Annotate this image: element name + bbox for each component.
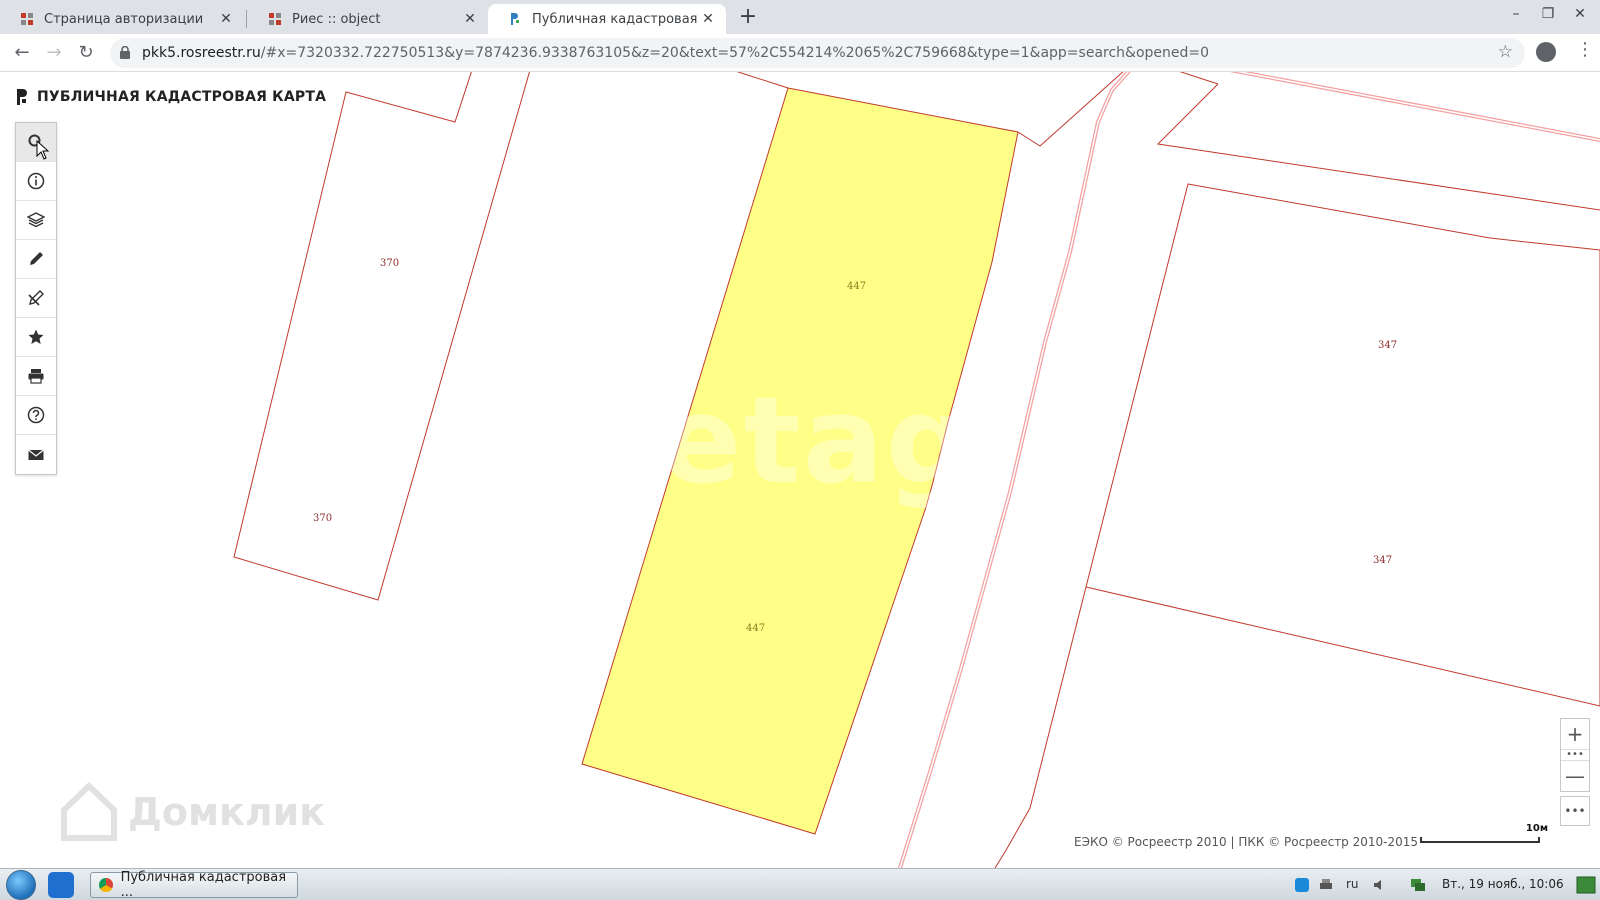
restore-icon[interactable]: ❐ bbox=[1538, 6, 1558, 22]
tool-feedback[interactable] bbox=[16, 435, 56, 474]
printer-icon bbox=[28, 369, 44, 384]
url-host: pkk5.rosreestr.ru bbox=[142, 45, 261, 61]
tool-measure[interactable] bbox=[16, 279, 56, 318]
info-icon bbox=[27, 172, 45, 190]
parcel-boundary-notch bbox=[1017, 72, 1124, 147]
ruler-pencil-icon bbox=[28, 290, 44, 306]
scale-bar-line bbox=[1420, 837, 1540, 843]
url-text: pkk5.rosreestr.ru/#x=7320332.722750513&y… bbox=[142, 45, 1209, 61]
tab-close-icon[interactable]: ✕ bbox=[462, 11, 478, 27]
tab-title: Страница авторизации bbox=[44, 11, 204, 27]
forward-icon[interactable]: → bbox=[42, 41, 66, 65]
star-icon bbox=[28, 329, 44, 344]
parcel-label-347-upper: 347 bbox=[1378, 340, 1398, 351]
tool-layers[interactable] bbox=[16, 201, 56, 240]
show-desktop-icon[interactable] bbox=[1576, 876, 1596, 894]
tab-close-icon[interactable]: ✕ bbox=[218, 11, 234, 27]
parcel-boundary-right-top bbox=[1156, 83, 1600, 211]
tab-close-icon[interactable]: ✕ bbox=[700, 11, 716, 27]
map-attribution: ЕЭКО © Росреестр 2010 | ПКК © Росреестр … bbox=[1074, 835, 1419, 849]
browser-menu-icon[interactable]: ⋮ bbox=[1576, 39, 1594, 60]
tool-favorites[interactable] bbox=[16, 318, 56, 357]
parcel-label-370-upper: 370 bbox=[380, 258, 400, 269]
volume-tray-icon[interactable] bbox=[1372, 877, 1388, 893]
taskbar-item-chrome[interactable]: Публичная кадастровая ... bbox=[90, 870, 298, 900]
zoom-control: + ••• — bbox=[1560, 718, 1590, 792]
parcel-boundary-right-top2 bbox=[1179, 72, 1219, 85]
site-favicon-icon bbox=[269, 13, 281, 25]
mouse-cursor-icon bbox=[36, 140, 50, 160]
parcel-347 bbox=[1085, 183, 1600, 707]
parcel-label-447-lower: 447 bbox=[746, 623, 766, 634]
cadastral-map[interactable]: etagi 370 370 447 447 347 347 Домклик ПУ… bbox=[0, 72, 1600, 868]
app-header: ПУБЛИЧНАЯ КАДАСТРОВАЯ КАРТА bbox=[16, 88, 326, 106]
parcel-boundary-right-lower bbox=[994, 586, 1087, 868]
tab-object[interactable]: Риес :: object ✕ bbox=[248, 4, 488, 34]
reload-icon[interactable]: ↻ bbox=[74, 41, 98, 65]
help-icon bbox=[27, 406, 45, 424]
back-icon[interactable]: ← bbox=[10, 41, 34, 65]
taskbar-item-label: Публичная кадастровая ... bbox=[120, 870, 287, 900]
domclick-text: Домклик bbox=[128, 790, 326, 834]
pkk-logo-icon bbox=[17, 89, 27, 105]
domclick-watermark: Домклик bbox=[60, 782, 325, 842]
tab-authorization[interactable]: Страница авторизации ✕ bbox=[0, 4, 244, 34]
tool-print[interactable] bbox=[16, 357, 56, 396]
zoom-out-button[interactable]: — bbox=[1561, 761, 1589, 791]
scale-bar: 10м bbox=[1420, 823, 1548, 843]
tool-info[interactable] bbox=[16, 162, 56, 201]
parcel-label-347-lower: 347 bbox=[1373, 555, 1393, 566]
mail-icon bbox=[28, 449, 44, 460]
app-title: ПУБЛИЧНАЯ КАДАСТРОВАЯ КАРТА bbox=[37, 89, 327, 105]
chrome-icon bbox=[99, 878, 113, 892]
parcel-label-370-lower: 370 bbox=[313, 513, 333, 524]
lock-icon bbox=[120, 46, 130, 59]
language-indicator[interactable]: ru bbox=[1346, 877, 1359, 891]
address-bar[interactable]: pkk5.rosreestr.ru/#x=7320332.722750513&y… bbox=[110, 38, 1525, 68]
parcel-370 bbox=[233, 72, 530, 601]
skype-tray-icon[interactable] bbox=[1294, 877, 1310, 893]
tool-help[interactable] bbox=[16, 396, 56, 435]
bookmark-star-icon[interactable]: ☆ bbox=[1498, 42, 1513, 62]
map-toolbar bbox=[15, 122, 57, 475]
scale-label: 10м bbox=[1525, 823, 1548, 834]
os-taskbar: Публичная кадастровая ... ru Вт., 19 ноя… bbox=[0, 868, 1600, 900]
site-favicon-icon bbox=[21, 13, 33, 25]
minimize-icon[interactable]: – bbox=[1506, 6, 1526, 22]
start-button[interactable] bbox=[6, 870, 36, 900]
teamviewer-icon[interactable] bbox=[48, 872, 74, 898]
more-options-button[interactable]: ••• bbox=[1560, 796, 1590, 826]
rosreestr-favicon-icon bbox=[511, 13, 519, 25]
printer-tray-icon[interactable] bbox=[1318, 877, 1334, 893]
zoom-slider-handle[interactable]: ••• bbox=[1561, 749, 1589, 761]
domclick-logo-icon bbox=[61, 782, 117, 841]
system-clock[interactable]: Вт., 19 нояб., 10:06 bbox=[1442, 877, 1564, 891]
parcel-boundary-top bbox=[736, 72, 789, 89]
etagi-watermark: etagi bbox=[660, 372, 1017, 511]
network-tray-icon[interactable] bbox=[1410, 877, 1426, 893]
tab-cadastral-map[interactable]: Публичная кадастровая кар ✕ bbox=[488, 4, 726, 34]
new-tab-button[interactable]: + bbox=[736, 4, 760, 30]
zoom-in-button[interactable]: + bbox=[1561, 719, 1589, 749]
pencil-icon bbox=[30, 252, 43, 265]
browser-toolbar: ← → ↻ pkk5.rosreestr.ru/#x=7320332.72275… bbox=[0, 34, 1600, 72]
profile-avatar-icon[interactable] bbox=[1536, 42, 1556, 62]
url-path: /#x=7320332.722750513&y=7874236.93387631… bbox=[260, 45, 1210, 61]
browser-tab-bar: Страница авторизации ✕ Риес :: object ✕ … bbox=[0, 0, 1600, 34]
window-close-icon[interactable]: ✕ bbox=[1570, 6, 1590, 22]
layers-icon bbox=[27, 212, 45, 228]
tool-draw[interactable] bbox=[16, 240, 56, 279]
tab-title: Риес :: object bbox=[292, 11, 381, 27]
tab-title: Публичная кадастровая кар bbox=[532, 11, 700, 27]
tab-separator bbox=[246, 10, 247, 28]
parcel-label-447-upper: 447 bbox=[847, 281, 867, 292]
